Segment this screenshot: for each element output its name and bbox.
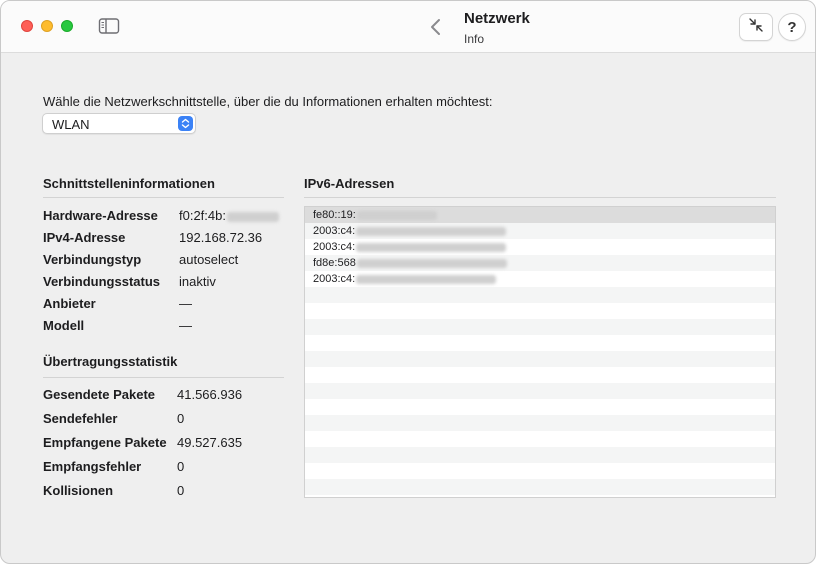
received-packets-value: 49.527.635 <box>177 435 243 450</box>
list-row-empty <box>305 303 775 319</box>
collisions-label: Kollisionen <box>43 483 114 498</box>
list-item[interactable]: 2003:c4: <box>305 239 775 255</box>
connection-status-value: inaktiv <box>179 274 216 289</box>
connection-type-label: Verbindungstyp <box>43 252 142 267</box>
list-row-empty <box>305 351 775 367</box>
window-subtitle: Info <box>464 32 485 46</box>
ipv6-address-list[interactable]: fe80::19: 2003:c4: 2003:c4: fd8e:568 200… <box>304 206 776 498</box>
close-window-button[interactable] <box>21 20 33 32</box>
stats-divider <box>43 377 284 378</box>
interface-prompt: Wähle die Netzwerkschnittstelle, über di… <box>43 94 493 109</box>
collisions-value: 0 <box>177 483 185 498</box>
select-stepper-icon <box>178 116 193 131</box>
interface-select-value: WLAN <box>52 117 90 132</box>
received-packets-label: Empfangene Pakete <box>43 435 167 450</box>
interface-info-title: Schnittstelleninformationen <box>43 176 215 191</box>
interface-select[interactable]: WLAN <box>42 113 196 134</box>
hardware-address-value: f0:2f:4b: <box>179 208 279 223</box>
send-errors-label: Sendefehler <box>43 411 118 426</box>
list-item[interactable]: 2003:c4: <box>305 223 775 239</box>
collapse-button[interactable] <box>739 13 773 41</box>
ipv4-address-label: IPv4-Adresse <box>43 230 126 245</box>
receive-errors-label: Empfangsfehler <box>43 459 142 474</box>
list-row-empty <box>305 431 775 447</box>
interface-info-divider <box>43 197 284 198</box>
sidebar-toggle-icon[interactable] <box>98 17 120 35</box>
list-row-empty <box>305 287 775 303</box>
vendor-value: — <box>179 296 192 311</box>
window-title: Netzwerk <box>464 10 530 27</box>
list-row-empty <box>305 383 775 399</box>
title-bar: Netzwerk Info ? <box>1 1 815 53</box>
sent-packets-label: Gesendete Pakete <box>43 387 156 402</box>
ipv6-title: IPv6-Adressen <box>304 176 395 191</box>
list-row-empty <box>305 415 775 431</box>
sent-packets-value: 41.566.936 <box>177 387 243 402</box>
list-row-empty <box>305 319 775 335</box>
list-item[interactable]: 2003:c4: <box>305 271 775 287</box>
vendor-label: Anbieter <box>43 296 96 311</box>
hardware-address-label: Hardware-Adresse <box>43 208 158 223</box>
network-info-window: Netzwerk Info ? Wähle die Netzwerkschnit… <box>0 0 816 564</box>
collapse-arrows-icon <box>748 17 764 38</box>
connection-type-value: autoselect <box>179 252 239 267</box>
minimize-window-button[interactable] <box>41 20 53 32</box>
list-item[interactable]: fe80::19: <box>305 207 775 223</box>
ipv6-divider <box>304 197 776 198</box>
help-button[interactable]: ? <box>778 13 806 41</box>
model-label: Modell <box>43 318 85 333</box>
list-item[interactable]: fd8e:568 <box>305 255 775 271</box>
stats-title: Übertragungsstatistik <box>43 354 178 369</box>
receive-errors-value: 0 <box>177 459 185 474</box>
list-row-empty <box>305 367 775 383</box>
list-row-empty <box>305 447 775 463</box>
connection-status-label: Verbindungsstatus <box>43 274 161 289</box>
list-row-empty <box>305 335 775 351</box>
back-chevron-icon[interactable] <box>427 15 445 39</box>
maximize-window-button[interactable] <box>61 20 73 32</box>
send-errors-value: 0 <box>177 411 185 426</box>
list-row-empty <box>305 463 775 479</box>
list-row-empty <box>305 399 775 415</box>
model-value: — <box>179 318 192 333</box>
list-row-empty <box>305 479 775 495</box>
ipv4-address-value: 192.168.72.36 <box>179 230 263 245</box>
